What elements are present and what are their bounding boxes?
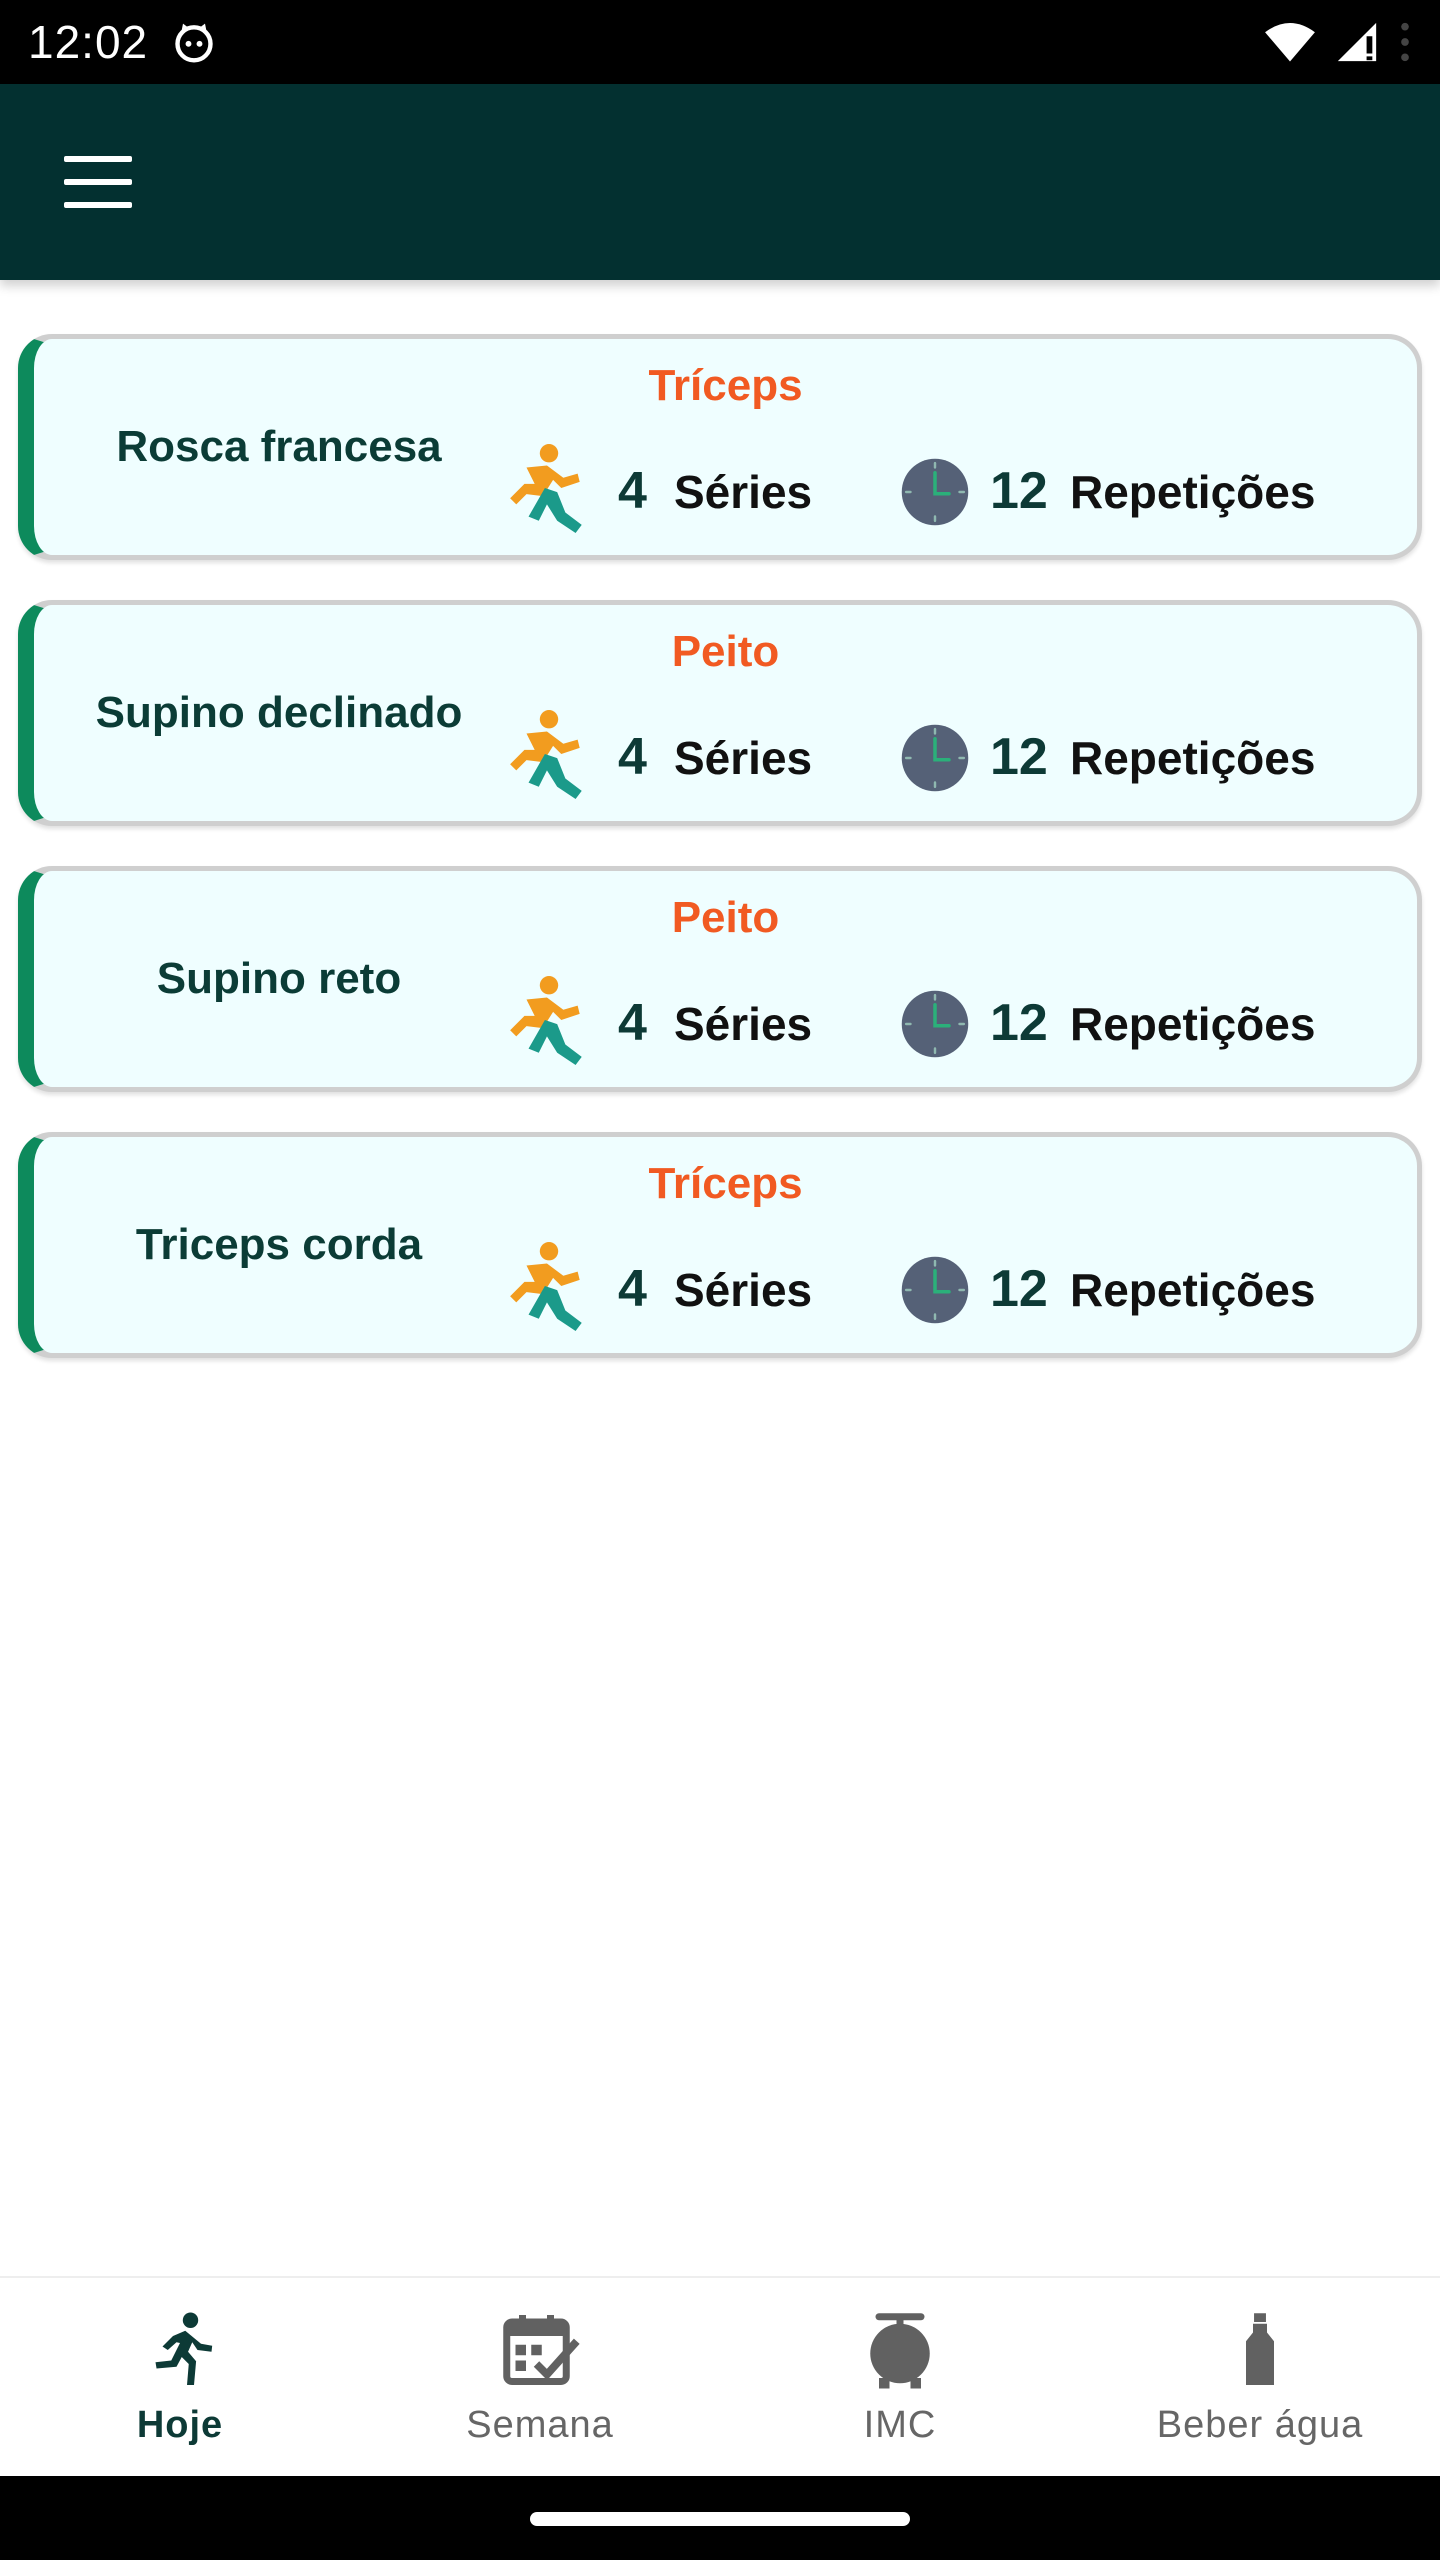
notification-cat-icon <box>175 23 213 63</box>
reps-count: 12 <box>990 462 1048 520</box>
series-label: Séries <box>674 1264 813 1316</box>
nav-label: IMC <box>863 2404 937 2446</box>
nav-item-semana[interactable]: Semana <box>360 2278 720 2476</box>
calendar-check-icon <box>503 2315 580 2385</box>
nav-label: Hoje <box>136 2404 224 2446</box>
home-gesture-handle[interactable] <box>530 2512 910 2526</box>
nav-item-imc[interactable]: IMC <box>720 2278 1080 2476</box>
exercise-card[interactable]: Supino declinado Peito 4 Séries 12 Repet… <box>18 600 1422 826</box>
reps-label: Repetições <box>1070 998 1316 1050</box>
muscle-group: Tríceps <box>648 361 803 410</box>
series-count: 4 <box>618 1260 647 1318</box>
bottom-navigation: Hoje Semana IMC Beber água <box>0 2276 1440 2476</box>
runner-icon <box>155 2312 213 2385</box>
exercise-card[interactable]: Supino reto Peito 4 Séries 12 Repetições <box>18 866 1422 1092</box>
clock-icon <box>901 1256 969 1324</box>
muscle-group: Peito <box>671 627 780 676</box>
reps-count: 12 <box>990 728 1048 786</box>
runner-icon <box>510 976 582 1065</box>
clock-icon <box>901 458 969 526</box>
signal-icon <box>1337 22 1377 62</box>
runner-icon <box>510 710 582 799</box>
reps-label: Repetições <box>1070 1264 1316 1316</box>
status-bar: 12:02 <box>0 0 1440 84</box>
reps-label: Repetições <box>1070 466 1316 518</box>
clock-icon <box>901 990 969 1058</box>
series-label: Séries <box>674 998 813 1050</box>
exercise-card[interactable]: Rosca francesa Tríceps 4 Séries 12 Repet… <box>18 334 1422 560</box>
hamburger-menu-icon[interactable] <box>50 150 146 214</box>
series-count: 4 <box>618 994 647 1052</box>
clock-icon <box>901 724 969 792</box>
runner-icon <box>510 1242 582 1331</box>
reps-label: Repetições <box>1070 732 1316 784</box>
status-time: 12:02 <box>28 16 149 68</box>
muscle-group: Tríceps <box>648 1159 803 1208</box>
bottle-icon <box>1246 2313 1274 2385</box>
series-count: 4 <box>618 728 647 786</box>
app-bar <box>0 84 1440 280</box>
battery-dots-icon <box>1401 22 1409 62</box>
nav-item-hoje[interactable]: Hoje <box>0 2278 360 2476</box>
gesture-bar <box>0 2476 1440 2560</box>
scale-icon <box>870 2313 930 2389</box>
reps-count: 12 <box>990 994 1048 1052</box>
nav-label: Beber água <box>1156 2404 1364 2446</box>
nav-item-beber-agua[interactable]: Beber água <box>1080 2278 1440 2476</box>
exercise-card[interactable]: Triceps corda Tríceps 4 Séries 12 Repeti… <box>18 1132 1422 1358</box>
wifi-icon <box>1265 23 1315 62</box>
muscle-group: Peito <box>671 893 780 942</box>
nav-label: Semana <box>466 2404 614 2446</box>
series-label: Séries <box>674 466 813 518</box>
series-count: 4 <box>618 462 647 520</box>
reps-count: 12 <box>990 1260 1048 1318</box>
series-label: Séries <box>674 732 813 784</box>
runner-icon <box>510 444 582 533</box>
